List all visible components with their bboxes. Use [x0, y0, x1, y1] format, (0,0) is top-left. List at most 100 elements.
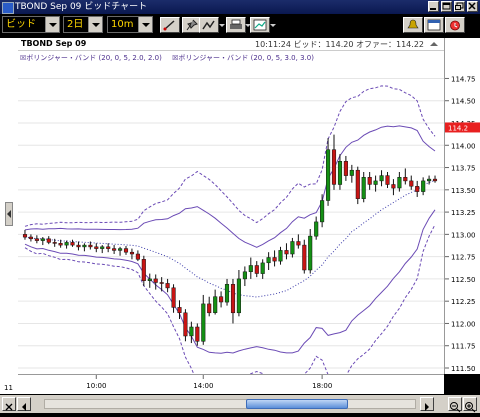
- legend-bollinger-1-label: ボリンジャー・バンド (20, 0, 5, 2.0, 2.0): [26, 54, 162, 62]
- chevron-down-icon[interactable]: [88, 17, 102, 32]
- candle-body: [213, 296, 218, 313]
- candle-body: [421, 180, 426, 192]
- chart-settings-dropdown[interactable]: [270, 17, 277, 33]
- candle-body: [248, 265, 253, 272]
- side-select[interactable]: ビッド: [2, 16, 60, 33]
- candle-body: [112, 248, 117, 251]
- candle-body: [266, 257, 271, 264]
- arrow-left-icon: [22, 403, 26, 411]
- print-button[interactable]: [226, 17, 246, 33]
- candle-body: [349, 169, 354, 176]
- chart-symbol: TBOND Sep 09: [21, 39, 87, 48]
- interval-select-value: 10m: [111, 19, 134, 30]
- chart-settings-icon: [253, 19, 267, 31]
- indicator-dropdown[interactable]: [219, 17, 226, 33]
- candle-body: [70, 242, 75, 246]
- maximize-button[interactable]: [441, 1, 452, 12]
- candle-body: [278, 250, 283, 262]
- candle-body: [106, 246, 111, 249]
- restore-button[interactable]: [454, 1, 465, 12]
- y-tick-label: 112.00: [451, 320, 476, 328]
- candle-body: [224, 284, 230, 303]
- candle-body: [52, 242, 57, 244]
- bollinger-inner-upper: [24, 125, 436, 248]
- app-icon: [2, 2, 14, 14]
- candle-body: [432, 178, 438, 182]
- candle-body: [189, 326, 194, 337]
- period-select[interactable]: 2日: [63, 16, 103, 33]
- horizontal-scrollbar[interactable]: [0, 395, 480, 413]
- arrow-right-icon: [425, 403, 429, 411]
- candle-body: [361, 177, 366, 199]
- y-tick-label: 111.75: [451, 343, 476, 351]
- candle-body: [135, 253, 140, 260]
- interval-select[interactable]: 10m: [107, 16, 153, 33]
- draw-line-icon: [163, 20, 175, 31]
- candle-body: [284, 250, 289, 255]
- candle-body: [331, 149, 337, 185]
- candle-body: [379, 175, 384, 182]
- scroll-left-button[interactable]: [17, 397, 31, 411]
- calendar-button[interactable]: [424, 17, 444, 33]
- indicator-icon: [202, 20, 215, 30]
- candle-body: [290, 241, 295, 255]
- legend-bollinger-1[interactable]: ☒ボリンジャー・バンド (20, 0, 5, 2.0, 2.0): [20, 54, 166, 62]
- candle-body: [254, 265, 259, 274]
- minimize-button[interactable]: [428, 1, 439, 12]
- candle-body: [308, 235, 313, 271]
- candle-body: [94, 246, 99, 249]
- candle-body: [64, 242, 69, 246]
- candle-body: [409, 180, 414, 187]
- candle-body: [236, 278, 241, 314]
- candle-body: [28, 236, 33, 240]
- window-title: TBOND Sep 09 ビッドチャート: [15, 2, 148, 12]
- corner-label: 11: [4, 384, 13, 392]
- candle-body: [296, 241, 301, 246]
- zoom-in-button[interactable]: [463, 397, 477, 413]
- toolbar: ビッド 2日 10m: [0, 14, 480, 36]
- legend-bollinger-2-label: ボリンジャー・バンド (20, 0, 5, 3.0, 3.0): [178, 54, 314, 62]
- candle-body: [367, 177, 372, 185]
- y-axis[interactable]: 114.75114.50114.25114.00113.75113.50113.…: [444, 38, 480, 374]
- x-axis-labels: 10:00 14:00 18:00: [86, 375, 332, 390]
- collapse-icon[interactable]: [430, 42, 438, 46]
- chart-settings-button[interactable]: [250, 17, 270, 33]
- zoom-out-button[interactable]: [448, 397, 462, 413]
- candle-body: [171, 287, 176, 308]
- pin-icon: [186, 19, 198, 31]
- candle-body: [165, 283, 170, 289]
- candle-body: [355, 169, 360, 199]
- x-axis[interactable]: 10:00 14:00 18:00: [18, 374, 444, 394]
- candle-body: [153, 278, 158, 283]
- candle-body: [302, 244, 307, 271]
- close-icon: [468, 2, 476, 10]
- scroll-to-start-button[interactable]: [2, 397, 16, 411]
- candle-body: [337, 161, 343, 185]
- indicator-button[interactable]: [199, 17, 219, 33]
- candle-body: [260, 262, 265, 274]
- minimize-icon: [430, 8, 436, 10]
- price-chart-area[interactable]: [18, 38, 444, 388]
- alarm-button[interactable]: [445, 17, 465, 33]
- candle-body: [201, 303, 206, 342]
- y-tick-label: 113.00: [451, 231, 476, 239]
- bell-icon: [407, 19, 419, 29]
- candlestick-chart: [18, 77, 444, 388]
- scroll-track[interactable]: [44, 399, 416, 409]
- candle-body: [343, 161, 348, 176]
- close-button[interactable]: [467, 1, 478, 12]
- chevron-down-icon[interactable]: [138, 17, 152, 32]
- chevron-down-icon[interactable]: [45, 17, 59, 32]
- candle-body: [427, 178, 432, 182]
- alert-button[interactable]: [403, 17, 423, 33]
- draw-line-button[interactable]: [160, 17, 180, 33]
- title-bar[interactable]: TBOND Sep 09 ビッドチャート: [0, 0, 480, 14]
- last-price-label: 114.2: [448, 124, 468, 132]
- panel-collapse-handle[interactable]: [5, 202, 13, 226]
- scroll-right-button[interactable]: [420, 397, 434, 411]
- legend-bollinger-2[interactable]: ☒ボリンジャー・バンド (20, 0, 5, 3.0, 3.0): [172, 54, 318, 62]
- candle-body: [147, 278, 152, 281]
- bollinger-middle: [24, 179, 436, 298]
- scroll-thumb[interactable]: [246, 399, 348, 409]
- bollinger-outer-lower: [24, 224, 436, 388]
